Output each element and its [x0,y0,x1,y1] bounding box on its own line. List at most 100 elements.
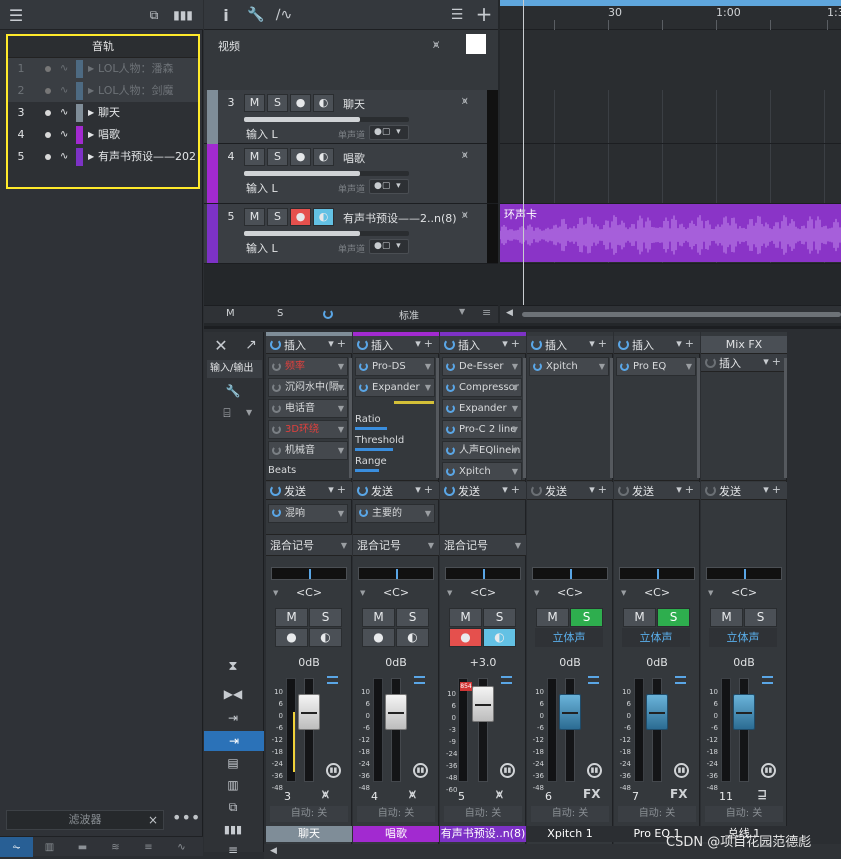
mute-button[interactable]: M [710,608,743,627]
track-list-item[interactable]: 4 ∿ ▶ 唱歌 [8,124,198,146]
channel-eq-icon[interactable] [675,676,686,684]
power-icon[interactable] [446,425,455,434]
chevron-down-icon[interactable]: ▼ [425,379,431,396]
loop-range[interactable] [500,0,841,6]
automation-mode-select[interactable]: 自动: 关 [357,806,435,822]
insert-menu-icons[interactable]: ▾+ [589,337,610,350]
info-icon[interactable]: i [218,5,234,25]
mute-button[interactable]: M [623,608,656,627]
chevron-down-icon[interactable]: ▼ [338,505,344,522]
volume-fader[interactable] [385,694,407,730]
volume-db-readout[interactable]: 0dB [266,656,352,669]
expand-arrow-icon[interactable]: ▶ [88,102,94,124]
input-mode-icon[interactable]: ▮▮ [674,763,689,778]
insert-scrollbar[interactable] [610,358,613,478]
chevron-down-icon[interactable]: ▼ [338,400,344,417]
solo-button[interactable]: S [267,148,288,166]
power-icon[interactable] [272,404,281,413]
volume-slider[interactable] [244,117,409,122]
record-arm-button[interactable]: ● [290,94,311,112]
volume-db-readout[interactable]: +3.0 [440,656,526,669]
scroll-left-icon[interactable]: ◀ [270,846,277,856]
expand-arrow-icon[interactable]: ▶ [88,146,94,168]
folder-tab-icon[interactable]: ▬ [66,837,99,857]
pan-knob[interactable] [619,567,695,580]
power-icon[interactable] [270,485,281,496]
insert-header[interactable]: 插入 ▾+ [266,336,352,354]
send-header[interactable]: 发送 ▾+ [440,482,526,500]
video-monitor-button[interactable] [466,34,486,54]
visibility-dot-icon[interactable] [45,154,51,160]
filter-clear-icon[interactable]: × [148,810,162,830]
power-icon[interactable] [618,485,629,496]
solo-button[interactable]: S [570,608,603,627]
channel-name[interactable]: 聊天 [266,826,352,842]
add-track-icon[interactable]: + [474,2,494,26]
chevron-down-icon[interactable]: ▼ [338,442,344,459]
input-mode-icon[interactable]: ▮▮ [500,763,515,778]
insert-header[interactable]: 插入 ▾+ [527,336,613,354]
channel-name[interactable]: 唱歌 [353,826,439,842]
visibility-dot-icon[interactable] [45,132,51,138]
list-icon[interactable]: ≡ [224,843,242,857]
record-arm-button[interactable]: ● [362,628,395,647]
record-arm-button[interactable]: ● [290,208,311,226]
channel-eq-icon[interactable] [414,676,425,684]
more-options-icon[interactable]: ••• [172,810,200,830]
collapse-horizontal-icon[interactable]: ▶◀ [224,685,242,703]
send-header[interactable]: 发送 ▾+ [701,482,787,500]
list-tab-icon[interactable]: ≡ [132,837,165,857]
input-route-icon[interactable]: ⇥ [224,709,242,727]
monitor-mode-select[interactable]: ●▢ ▾ [369,179,409,194]
send-slot[interactable]: 主要的 ▼ [355,504,435,523]
chevron-down-icon[interactable]: ▼ [338,358,344,375]
pattern-tab-icon[interactable]: ≋ [99,837,132,857]
insert-slot[interactable]: Xpitch ▼ [442,462,522,481]
record-arm-button[interactable]: ● [449,628,482,647]
collapse-vertical-icon[interactable]: ⧗ [224,657,242,675]
send-header[interactable]: 发送 ▾+ [527,482,613,500]
menu-icon[interactable]: ☰ [6,6,26,25]
layers-icon[interactable]: ⧉ [145,6,163,24]
monitor-button[interactable]: ◐ [313,94,334,112]
close-icon[interactable]: ✕ [212,336,230,355]
mute-button[interactable]: M [449,608,482,627]
power-icon[interactable] [272,362,281,371]
pan-knob[interactable] [445,567,521,580]
volume-db-readout[interactable]: 0dB [527,656,613,669]
volume-db-readout[interactable]: 0dB [701,656,787,669]
power-icon[interactable] [705,485,716,496]
track-list-item[interactable]: 5 ∿ ▶ 有声书预设——2023 [8,146,198,168]
volume-fader[interactable] [472,686,494,722]
chevron-down-icon[interactable]: ▼ [338,379,344,396]
chevron-down-icon[interactable]: ▼ [246,408,252,417]
solo-button[interactable]: S [483,608,516,627]
solo-button[interactable]: S [744,608,777,627]
insert-header[interactable]: 插入 ▾+ [353,336,439,354]
power-icon[interactable] [357,485,368,496]
send-slot[interactable]: 混响 ▼ [268,504,348,523]
solo-button[interactable]: S [267,208,288,226]
chevron-down-icon[interactable]: ▼ [512,358,518,375]
power-icon[interactable] [323,309,333,319]
solo-button[interactable]: S [309,608,342,627]
arrange-horizontal-scrollbar[interactable]: ◀ [500,305,841,323]
channel-mode-button[interactable]: 立体声 [535,628,603,647]
insert-slot[interactable]: Xpitch ▼ [529,357,609,376]
wrench-icon[interactable]: 🔧 [224,382,242,400]
monitor-button[interactable]: ◐ [313,208,334,226]
chevron-down-icon[interactable]: ▼ [341,535,347,557]
expand-icon[interactable]: ↗ [242,336,260,354]
chevron-down-icon[interactable]: ▼ [599,358,605,375]
keyboard-tab-icon[interactable]: ▥ [33,837,66,857]
mute-button[interactable]: M [275,608,308,627]
insert-slot[interactable]: Pro-C 2 line ▼ [442,420,522,439]
power-icon[interactable] [531,339,542,350]
channel-eq-icon[interactable] [588,676,599,684]
plugin-param[interactable]: Threshold [355,435,435,451]
insert-header[interactable]: 插入 ▾+ [701,354,787,372]
scroll-thumb[interactable] [522,312,841,317]
visibility-dot-icon[interactable] [45,110,51,116]
power-icon[interactable] [446,383,455,392]
input-select[interactable]: 输入 L [246,126,278,142]
